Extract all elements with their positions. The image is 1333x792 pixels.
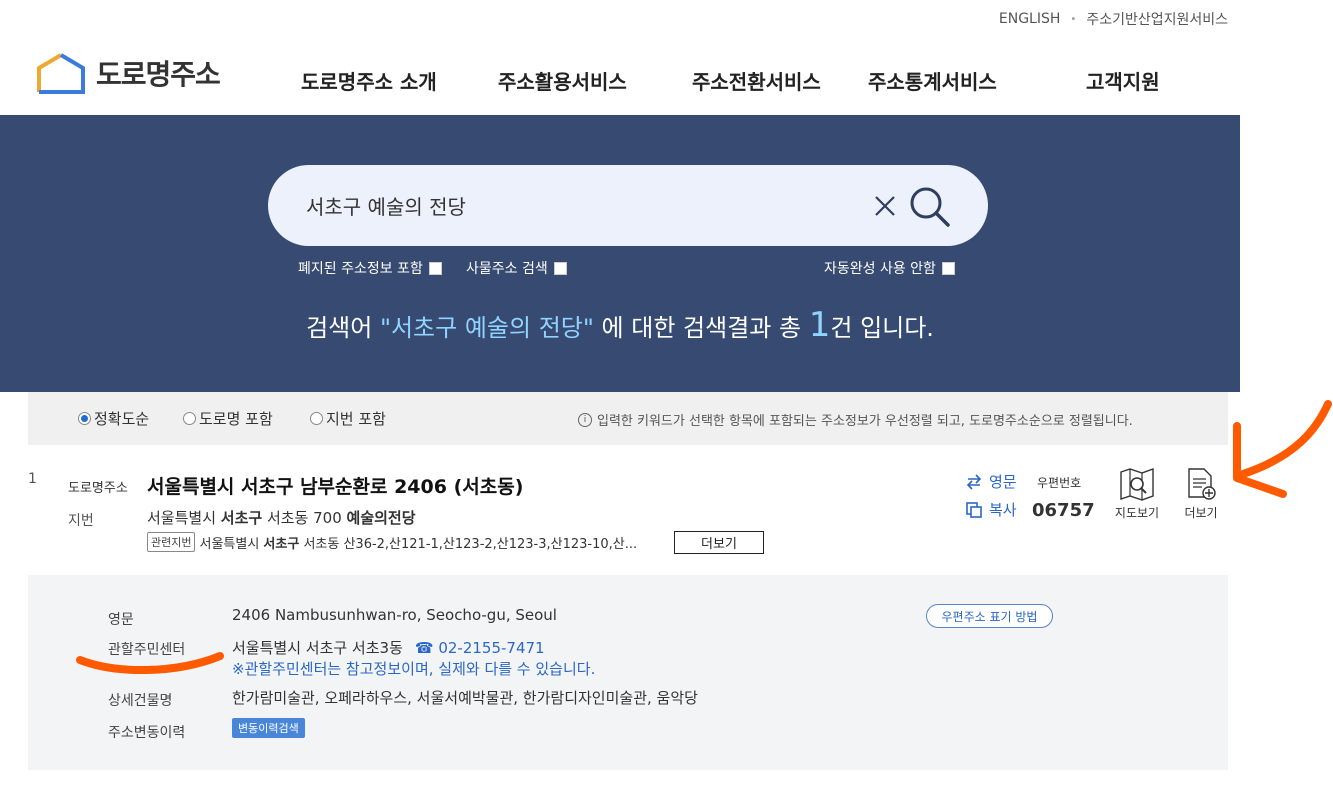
business-option[interactable]: 사물주소 검색 — [466, 258, 567, 278]
phone-icon: ☎ — [414, 639, 439, 657]
sort-note: i 입력한 키워드가 선택한 항목에 포함되는 주소정보가 우선정렬 되고, 도… — [578, 410, 1133, 429]
nav-about[interactable]: 도로명주소 소개 — [301, 66, 437, 95]
related-jibun-text: 서울특별시 서초구 서초동 산36-2,산121-1,산123-2,산123-3… — [199, 533, 637, 552]
autocomplete-option-label: 자동완성 사용 안함 — [824, 261, 936, 277]
sort-road-label: 도로명 포함 — [199, 410, 273, 428]
history-search-button[interactable]: 변동이력검색 — [232, 718, 305, 738]
nav-utilization[interactable]: 주소활용서비스 — [498, 66, 627, 95]
jibun-address-part: 서초동 700 — [262, 509, 347, 527]
related-part: 서초동 산36-2,산121-1,산123-2,산123-3,산123-10,산… — [299, 536, 638, 552]
result-middle: 에 대한 검색결과 총 — [593, 314, 809, 342]
result-count: 1 — [808, 305, 831, 345]
industry-support-link[interactable]: 주소기반산업지원서비스 — [1086, 9, 1228, 29]
map-view-label: 지도보기 — [1114, 506, 1160, 520]
copy-icon — [966, 501, 982, 518]
radio-unselected[interactable] — [310, 412, 323, 425]
info-icon: i — [578, 412, 592, 427]
english-label: 영문 — [108, 612, 134, 628]
nav-statistics[interactable]: 주소통계서비스 — [868, 66, 997, 95]
separator-dot: • — [1070, 13, 1077, 25]
related-jibun-tag: 관련지번 — [147, 532, 196, 552]
nav-support[interactable]: 고객지원 — [1086, 66, 1160, 95]
sort-jibun[interactable]: 지번 포함 — [310, 408, 386, 429]
result-index: 1 — [28, 471, 37, 487]
copy-link-label: 복사 — [989, 501, 1017, 519]
english-value: 2406 Nambusunhwan-ro, Seocho-gu, Seoul — [232, 606, 557, 624]
business-option-label: 사물주소 검색 — [466, 261, 548, 277]
top-links: ENGLISH • 주소기반산업지원서비스 — [999, 9, 1228, 29]
top-utility-bar: ENGLISH • 주소기반산업지원서비스 — [0, 0, 1333, 36]
autocomplete-checkbox[interactable] — [941, 261, 955, 275]
community-center-value: 서울특별시 서초구 서초3동 ☎ 02-2155-7471 — [232, 637, 545, 658]
radio-selected[interactable] — [78, 412, 91, 425]
copy-address-link[interactable]: 복사 — [965, 499, 1017, 520]
result-keyword: "서초구 예술의 전당" — [379, 314, 594, 342]
site-header: 도로명주소 도로명주소 소개 주소활용서비스 주소전환서비스 주소통계서비스 고… — [0, 36, 1333, 115]
postal-code-label: 우편번호 — [1037, 476, 1082, 490]
map-view-button[interactable]: 지도보기 — [1111, 467, 1163, 521]
english-link-label: 영문 — [989, 473, 1017, 491]
postal-code: 06757 — [1032, 500, 1095, 521]
building-name-value: 한가람미술관, 오페라하우스, 서울서예박물관, 한가람디자인미술관, 움악당 — [232, 689, 698, 707]
road-address-label: 도로명주소 — [68, 481, 128, 496]
sort-note-text: 입력한 키워드가 선택한 항목에 포함되는 주소정보가 우선정렬 되고, 도로명… — [597, 414, 1133, 429]
building-name-label: 상세건물명 — [108, 693, 173, 709]
more-details-label: 더보기 — [1184, 506, 1218, 520]
business-checkbox[interactable] — [553, 261, 567, 275]
document-plus-icon — [1188, 468, 1216, 500]
result-suffix: 건 입니다. — [830, 314, 934, 342]
jibun-address-bold: 예술의전당 — [346, 509, 416, 527]
abolished-option-label: 폐지된 주소정보 포함 — [298, 261, 423, 277]
jibun-address: 서울특별시 서초구 서초동 700 예술의전당 — [147, 507, 416, 528]
address-detail-panel: 영문 2406 Nambusunhwan-ro, Seocho-gu, Seou… — [28, 575, 1228, 770]
related-more-button[interactable]: 더보기 — [674, 531, 764, 554]
radio-unselected[interactable] — [183, 412, 196, 425]
address-history-label: 주소변동이력 — [108, 725, 186, 741]
clear-icon[interactable] — [870, 191, 900, 221]
sort-accuracy-label: 정확도순 — [94, 410, 150, 428]
result-prefix: 검색어 — [306, 314, 380, 342]
map-icon — [1120, 468, 1154, 501]
main-navigation: 도로명주소 소개 주소활용서비스 주소전환서비스 주소통계서비스 고객지원 — [0, 66, 1333, 96]
more-details-button[interactable]: 더보기 — [1175, 467, 1227, 521]
related-part: 서울특별시 — [199, 536, 264, 552]
jibun-address-part: 서울특별시 — [147, 509, 221, 527]
sort-jibun-label: 지번 포함 — [326, 410, 386, 428]
sort-accuracy[interactable]: 정확도순 — [78, 408, 149, 429]
community-center-name: 서울특별시 서초구 서초3동 — [232, 639, 403, 657]
road-address[interactable]: 서울특별시 서초구 남부순환로 2406 (서초동) — [147, 472, 523, 499]
community-center-phone: ☎ 02-2155-7471 — [415, 639, 545, 657]
community-center-label: 관할주민센터 — [108, 642, 186, 658]
english-link[interactable]: ENGLISH — [999, 11, 1061, 27]
jibun-label: 지번 — [68, 513, 94, 529]
swap-arrows-icon — [966, 473, 982, 490]
result-summary: 검색어 "서초구 예술의 전당" 에 대한 검색결과 총 1건 입니다. — [0, 305, 1240, 345]
sort-road[interactable]: 도로명 포함 — [183, 408, 273, 429]
jibun-address-bold: 서초구 — [220, 509, 263, 527]
related-jibun-row: 관련지번 서울특별시 서초구 서초동 산36-2,산121-1,산123-2,산… — [147, 532, 637, 552]
search-input[interactable] — [306, 187, 846, 223]
search-hero: 폐지된 주소정보 포함 사물주소 검색 자동완성 사용 안함 검색어 "서초구 … — [0, 115, 1240, 392]
autocomplete-option[interactable]: 자동완성 사용 안함 — [824, 258, 955, 278]
phone-number: 02-2155-7471 — [438, 639, 545, 657]
related-bold: 서초구 — [263, 536, 300, 552]
abolished-option[interactable]: 폐지된 주소정보 포함 — [298, 258, 442, 278]
arrow-annotation-icon — [1233, 400, 1332, 498]
nav-conversion[interactable]: 주소전환서비스 — [692, 66, 821, 95]
abolished-checkbox[interactable] — [428, 261, 442, 275]
search-box — [268, 165, 988, 246]
search-icon[interactable] — [908, 185, 952, 229]
sort-bar: 정확도순 도로명 포함 지번 포함 i 입력한 키워드가 선택한 항목에 포함되… — [28, 392, 1228, 445]
english-address-link[interactable]: 영문 — [965, 471, 1017, 492]
community-center-note: ※관할주민센터는 참고정보이며, 실제와 다를 수 있습니다. — [232, 660, 596, 678]
postal-format-button[interactable]: 우편주소 표기 방법 — [926, 604, 1053, 628]
